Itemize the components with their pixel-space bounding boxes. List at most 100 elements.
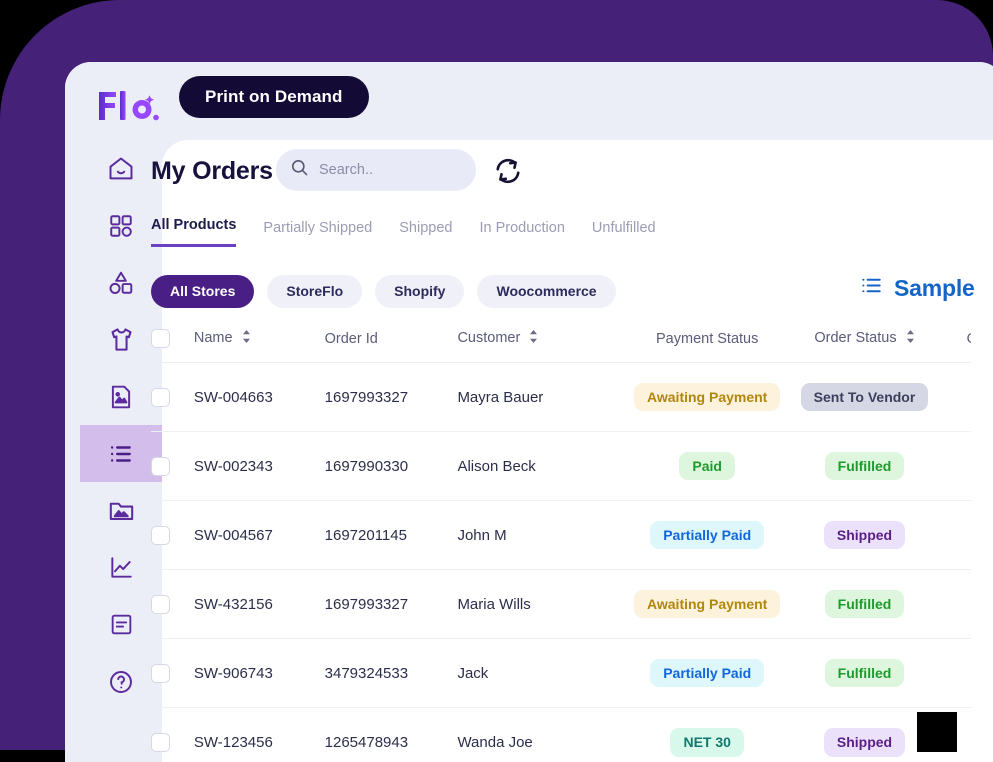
status-badge: Shipped (824, 521, 905, 549)
cell-name: SW-002343 (194, 432, 325, 501)
store-pill-storeflo[interactable]: StoreFlo (267, 275, 362, 308)
status-badge: Sent To Vendor (801, 383, 929, 411)
cell-order-id: 1697201145 (325, 501, 458, 570)
sidebar-item-shapes[interactable] (80, 254, 162, 311)
sidebar-item-dashboard[interactable] (80, 197, 162, 254)
column-header-customer[interactable]: Customer (457, 316, 624, 363)
store-pill-shopify[interactable]: Shopify (375, 275, 464, 308)
cell-order-items: 12 (939, 639, 971, 708)
status-badge: NET 30 (670, 728, 743, 756)
sort-icon[interactable] (906, 330, 915, 347)
table-body: SW-0046631697993327Mayra BauerAwaiting P… (151, 363, 971, 762)
sidebar-item-help[interactable] (80, 653, 162, 710)
sort-icon[interactable] (242, 330, 251, 347)
cell-customer: Wanda Joe (457, 708, 624, 762)
orders-table-wrapper: Name Order Id Customer (151, 316, 971, 762)
row-select-cell[interactable] (151, 432, 194, 501)
cell-name: SW-123456 (194, 708, 325, 762)
tshirt-icon (108, 326, 135, 353)
cell-payment-status: Partially Paid (624, 639, 791, 708)
column-label-customer: Customer (457, 330, 520, 346)
refresh-button[interactable] (493, 156, 523, 186)
table-header-row: Name Order Id Customer (151, 316, 971, 363)
column-label-payment-status: Payment Status (656, 331, 758, 347)
column-header-order-status[interactable]: Order Status (790, 316, 938, 363)
row-select-cell[interactable] (151, 639, 194, 708)
store-pill-woocommerce[interactable]: Woocommerce (477, 275, 615, 308)
column-header-order-id: Order Id (325, 316, 458, 363)
folder-image-icon (108, 497, 135, 524)
shapes-icon (108, 270, 134, 296)
cell-customer: John M (457, 501, 624, 570)
sidebar-item-analytics[interactable] (80, 539, 162, 596)
print-on-demand-button[interactable]: Print on Demand (179, 76, 369, 118)
cell-name: SW-906743 (194, 639, 325, 708)
cell-name: SW-004663 (194, 363, 325, 432)
tab-in-production[interactable]: In Production (479, 220, 564, 247)
table-row[interactable]: SW-0045671697201145John MPartially Paid S… (151, 501, 971, 570)
document-icon (109, 612, 134, 637)
row-select-cell[interactable] (151, 501, 194, 570)
row-checkbox[interactable] (151, 664, 170, 683)
tab-partially-shipped[interactable]: Partially Shipped (263, 220, 372, 247)
tab-unfulfilled[interactable]: Unfulfilled (592, 220, 656, 247)
cell-order-id: 1697993327 (325, 570, 458, 639)
cell-order-items: 4 (939, 432, 971, 501)
cell-payment-status: Paid (624, 432, 791, 501)
sample-link[interactable]: Sample (860, 274, 975, 302)
tab-shipped[interactable]: Shipped (399, 220, 452, 247)
status-badge: Fulfilled (825, 659, 905, 687)
column-header-name[interactable]: Name (194, 316, 325, 363)
app-window: Print on Demand (65, 62, 993, 762)
table-row[interactable]: SW-9067433479324533JackPartially PaidFul… (151, 639, 971, 708)
orders-table: Name Order Id Customer (151, 316, 971, 762)
cell-order-status: Fulfilled (790, 570, 938, 639)
sidebar-item-designs[interactable] (80, 368, 162, 425)
row-select-cell[interactable] (151, 363, 194, 432)
row-select-cell[interactable] (151, 570, 194, 639)
row-checkbox[interactable] (151, 457, 170, 476)
select-all-checkbox[interactable] (151, 329, 170, 348)
store-pill-all-stores[interactable]: All Stores (151, 275, 254, 308)
column-header-order-items: Order Ite (939, 316, 971, 363)
cell-customer: Mayra Bauer (457, 363, 624, 432)
cell-payment-status: Awaiting Payment (624, 570, 791, 639)
status-badge: Partially Paid (650, 659, 764, 687)
cell-name: SW-004567 (194, 501, 325, 570)
search-box[interactable] (276, 149, 476, 191)
row-checkbox[interactable] (151, 595, 170, 614)
cell-customer: Maria Wills (457, 570, 624, 639)
column-header-payment-status: Payment Status (624, 316, 791, 363)
table-row[interactable]: SW-4321561697993327Maria Wills Awaiting P… (151, 570, 971, 639)
cell-payment-status: Partially Paid (624, 501, 791, 570)
row-checkbox[interactable] (151, 526, 170, 545)
column-label-name: Name (194, 330, 233, 346)
row-checkbox[interactable] (151, 733, 170, 752)
search-input[interactable] (319, 162, 449, 178)
cell-order-items: 1 (939, 570, 971, 639)
list-icon (860, 274, 883, 302)
corner-mask (917, 712, 957, 752)
sidebar-item-gallery[interactable] (80, 482, 162, 539)
sidebar-item-orders[interactable] (80, 425, 162, 482)
cell-order-status: Fulfilled (790, 639, 938, 708)
row-select-cell[interactable] (151, 708, 194, 762)
sidebar-item-apparel[interactable] (80, 311, 162, 368)
image-file-icon (108, 384, 134, 410)
cell-customer: Jack (457, 639, 624, 708)
table-row[interactable]: SW-1234561265478943Wanda JoeNET 30Shippe… (151, 708, 971, 762)
row-checkbox[interactable] (151, 388, 170, 407)
cell-order-id: 1697990330 (325, 432, 458, 501)
cell-name: SW-432156 (194, 570, 325, 639)
sort-icon[interactable] (529, 330, 538, 347)
tab-all-products[interactable]: All Products (151, 217, 236, 247)
table-row[interactable]: SW-0046631697993327Mayra BauerAwaiting P… (151, 363, 971, 432)
sidebar-item-home[interactable] (80, 140, 162, 197)
cell-order-id: 1697993327 (325, 363, 458, 432)
sidebar-item-documents[interactable] (80, 596, 162, 653)
status-badge: Awaiting Payment (634, 590, 780, 618)
column-label-order-items: Order Ite (967, 331, 971, 347)
list-icon (108, 441, 134, 467)
grid-icon (108, 213, 134, 239)
table-row[interactable]: SW-0023431697990330Alison BeckPaidFulfil… (151, 432, 971, 501)
